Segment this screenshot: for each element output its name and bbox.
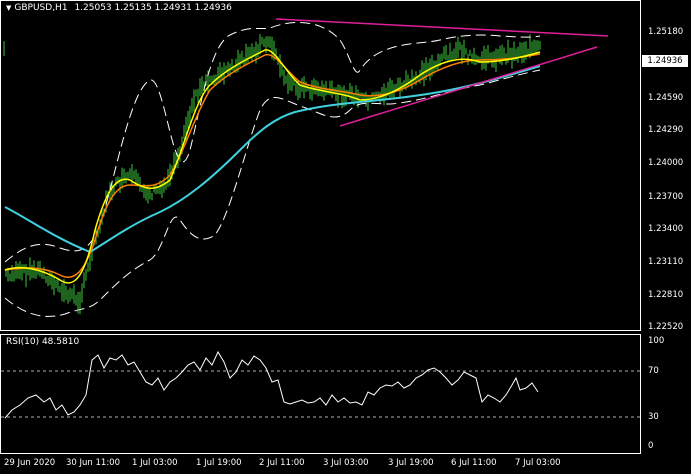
- price-axis-label: 1.23110: [648, 257, 684, 267]
- ema-fast-line: [4, 49, 541, 284]
- price-axis-label: 1.23700: [648, 192, 684, 202]
- current-price-tag: 1.24936: [642, 55, 688, 67]
- candles: [3, 34, 541, 315]
- price-axis-label: 1.22810: [648, 290, 684, 300]
- price-axis-label: 1.25180: [648, 27, 684, 37]
- upper-trendline: [275, 18, 609, 37]
- rsi-panel-border: [0, 334, 641, 454]
- price-chart[interactable]: [0, 0, 691, 474]
- rsi-label: RSI(10) 48.5810: [6, 337, 80, 347]
- time-axis-label: 30 Jun 11:00: [66, 458, 120, 468]
- rsi-axis-label: 70: [648, 366, 659, 376]
- time-axis-label: 1 Jul 03:00: [132, 458, 178, 468]
- ema-slow-line: [4, 65, 541, 254]
- time-axis-label: 2 Jul 11:00: [259, 458, 305, 468]
- price-axis-label: 1.24590: [648, 93, 684, 103]
- chart-title: ▼ GBPUSD,H1 1.25053 1.25135 1.24931 1.249…: [6, 3, 232, 13]
- rsi-line: [4, 350, 539, 419]
- time-axis-label: 7 Jul 03:00: [515, 458, 561, 468]
- price-axis-label: 1.22520: [648, 322, 684, 332]
- price-panel-border: [0, 0, 641, 331]
- time-axis-label: 29 Jun 2020: [4, 458, 56, 468]
- rsi-axis-label: 0: [648, 441, 654, 451]
- rsi-axis-label: 100: [648, 336, 665, 346]
- time-axis-label: 6 Jul 11:00: [451, 458, 497, 468]
- price-axis-label: 1.23400: [648, 224, 684, 234]
- ohlc-values: 1.25053 1.25135 1.24931 1.24936: [74, 3, 232, 13]
- time-axis-label: 3 Jul 19:00: [388, 458, 434, 468]
- symbol-label: GBPUSD,H1: [14, 3, 68, 13]
- price-axis-label: 1.24290: [648, 125, 684, 135]
- time-axis-label: 3 Jul 03:00: [323, 458, 369, 468]
- triangle-down-icon[interactable]: ▼: [6, 4, 11, 12]
- time-axis-label: 1 Jul 19:00: [196, 458, 242, 468]
- rsi-axis-label: 30: [648, 412, 659, 422]
- bollinger-lower: [4, 69, 541, 317]
- price-axis-label: 1.24000: [648, 158, 684, 168]
